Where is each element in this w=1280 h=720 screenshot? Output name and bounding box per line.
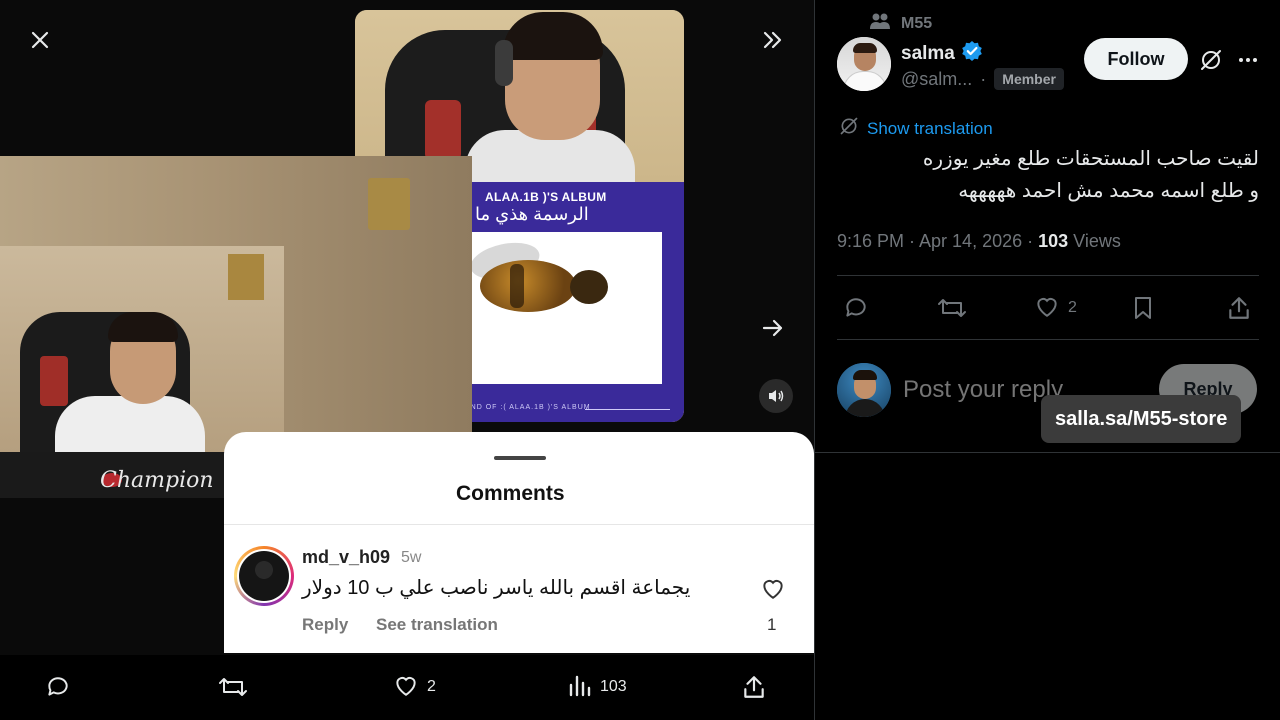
- comment-text: يجماعة اقسم بالله ياسر ناصب علي ب 10 دول…: [302, 577, 691, 599]
- author-handle[interactable]: @salm...: [901, 69, 972, 90]
- post-text-line: و طلع اسمه محمد مش احمد هههههه: [958, 180, 1259, 202]
- reply-icon[interactable]: [843, 293, 869, 323]
- like-count: 2: [1068, 299, 1077, 316]
- more-options-icon[interactable]: [1235, 46, 1261, 74]
- comment-age: 5w: [401, 549, 422, 566]
- heart-icon: [1034, 294, 1060, 323]
- show-translation-button[interactable]: Show translation: [839, 116, 993, 141]
- post-viewer: ALAA.1B )'S ALBUM الرسمة هذي ما أ END OF…: [0, 0, 1280, 720]
- community-icon: [869, 12, 891, 35]
- author-name[interactable]: salma: [901, 40, 983, 68]
- comments-title: Comments: [456, 482, 565, 505]
- like-button[interactable]: 2: [1034, 293, 1077, 323]
- views-label: Views: [1068, 231, 1121, 251]
- repost-icon[interactable]: [218, 671, 248, 703]
- current-user-avatar[interactable]: [837, 363, 891, 417]
- comment-reply-button[interactable]: Reply: [302, 615, 348, 635]
- close-icon[interactable]: [22, 22, 58, 58]
- see-translation-button[interactable]: See translation: [376, 615, 498, 635]
- post-timestamp[interactable]: 9:16 PM · Apr 14, 2026 ·: [837, 231, 1038, 251]
- commenter-avatar[interactable]: [234, 546, 294, 606]
- webcam-inset: [0, 246, 284, 452]
- divider: [837, 339, 1259, 340]
- promo-overlay-link[interactable]: salla.sa/M55-store: [1041, 395, 1242, 443]
- like-count: 2: [427, 678, 436, 695]
- post-meta: 9:16 PM · Apr 14, 2026 · 103 Views: [837, 231, 1121, 252]
- arrow-right-icon[interactable]: [755, 310, 791, 346]
- album-footer: END OF :( ALAA.1B )'S ALBUM: [465, 404, 591, 411]
- view-count: 103: [600, 678, 627, 695]
- channel-logo: Champion: [100, 468, 214, 493]
- share-icon[interactable]: [1226, 293, 1252, 323]
- like-button[interactable]: 2: [393, 671, 436, 703]
- verified-badge-icon: [961, 40, 983, 68]
- heart-icon[interactable]: [759, 574, 787, 602]
- community-name: M55: [901, 14, 933, 32]
- repost-icon[interactable]: [937, 293, 967, 323]
- post-text: لقيت صاحب المستحقات طلع مغير يوزره و طلع…: [837, 143, 1259, 207]
- commenter-username[interactable]: md_v_h09: [302, 547, 390, 568]
- sheet-drag-handle[interactable]: [494, 456, 546, 460]
- album-arabic-caption: الرسمة هذي ما أ: [465, 204, 589, 224]
- share-icon[interactable]: [741, 671, 767, 703]
- comment-like-count: 1: [767, 615, 777, 634]
- views-button[interactable]: 103: [568, 671, 627, 703]
- separator-dot: ·: [980, 68, 987, 89]
- member-badge: Member: [994, 68, 1064, 90]
- media-viewer: ALAA.1B )'S ALBUM الرسمة هذي ما أ END OF…: [0, 0, 814, 720]
- volume-icon[interactable]: [759, 379, 793, 413]
- heart-icon: [393, 673, 419, 702]
- post-detail-panel: M55 salma @salm... · Member Follow Show …: [814, 0, 1280, 720]
- grok-translate-icon: [839, 116, 859, 141]
- divider: [815, 452, 1280, 453]
- views-count: 103: [1038, 231, 1069, 251]
- grok-icon[interactable]: [1197, 46, 1225, 74]
- author-display-name: salma: [901, 43, 955, 64]
- album-title: ALAA.1B )'S ALBUM: [485, 190, 607, 204]
- author-avatar[interactable]: [837, 37, 891, 91]
- analytics-icon: [568, 673, 592, 702]
- bee-drawing: [467, 232, 662, 384]
- divider: [837, 275, 1259, 276]
- post-text-line: لقيت صاحب المستحقات طلع مغير يوزره: [922, 148, 1259, 170]
- reply-icon[interactable]: [45, 671, 71, 703]
- bookmark-icon[interactable]: [1132, 293, 1154, 323]
- author-handle-line: @salm... · Member: [901, 68, 1064, 90]
- community-link[interactable]: M55: [869, 12, 932, 35]
- comments-sheet: Comments md_v_h09 5w يجماعة اقسم بالله ي…: [224, 432, 814, 653]
- show-translation-label: Show translation: [867, 118, 993, 138]
- collapse-panel-icon[interactable]: [755, 22, 791, 58]
- media-action-bar: 2 103: [0, 655, 814, 720]
- follow-button[interactable]: Follow: [1084, 38, 1188, 80]
